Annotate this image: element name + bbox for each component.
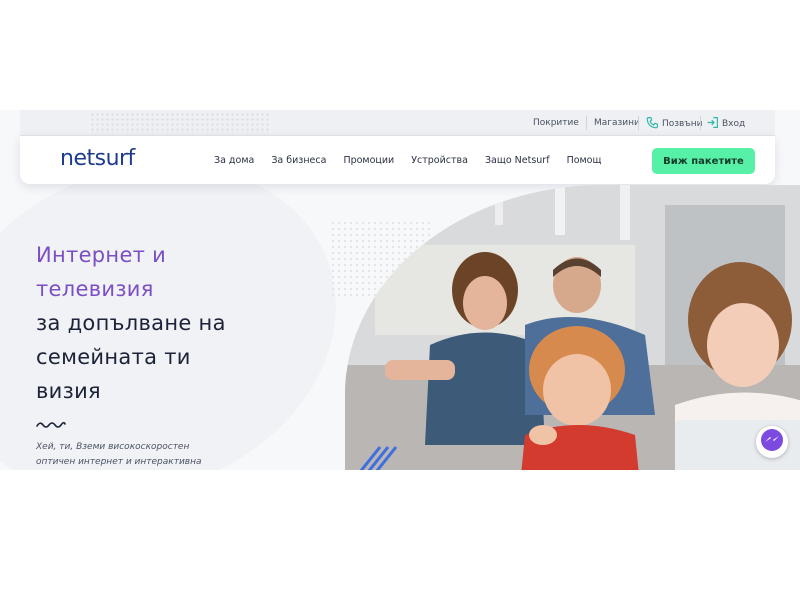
hero-heading-line: телевизия (36, 277, 154, 301)
login-icon (706, 116, 719, 132)
nav-menu: За дома За бизнеса Промоции Устройства З… (214, 155, 601, 166)
wave-decoration-icon (36, 415, 66, 434)
hero-description-line: Хей, ти, Вземи високоскоростен (36, 442, 190, 452)
nav-item-promotions[interactable]: Промоции (343, 155, 394, 166)
hero-heading: Интернет и телевизия за допълване на сем… (36, 238, 226, 408)
main-navigation: netsurf За дома За бизнеса Промоции Устр… (20, 136, 775, 184)
divider (586, 116, 587, 130)
stores-link-label: Магазини (594, 118, 640, 128)
call-link[interactable]: Позвъни (646, 116, 702, 132)
hero-description: Хей, ти, Вземи високоскоростен оптичен и… (36, 440, 226, 470)
phone-icon (646, 116, 659, 132)
nav-item-why-netsurf[interactable]: Защо Netsurf (485, 155, 550, 166)
screenshot-canvas: Покритие Магазини Позвъни Вход netsurf З… (0, 0, 800, 600)
nav-item-devices[interactable]: Устройства (411, 155, 468, 166)
login-link[interactable]: Вход (706, 116, 745, 132)
coverage-link[interactable]: Покритие (533, 118, 579, 128)
messenger-chat-button[interactable] (756, 426, 788, 458)
hero-heading-line: за допълване на (36, 311, 226, 335)
divider (700, 116, 701, 130)
coverage-link-label: Покритие (533, 118, 579, 128)
call-link-label: Позвъни (662, 119, 703, 129)
nav-item-business[interactable]: За бизнеса (271, 155, 326, 166)
hero-heading-line: Интернет и (36, 243, 167, 267)
nav-item-help[interactable]: Помощ (567, 155, 602, 166)
hero-heading-line: визия (36, 379, 101, 403)
divider (638, 116, 639, 130)
nav-item-home[interactable]: За дома (214, 155, 254, 166)
dot-pattern-decoration (90, 112, 270, 134)
hero-heading-line: семейната ти (36, 345, 191, 369)
login-link-label: Вход (722, 119, 746, 129)
view-packages-button[interactable]: Виж пакетите (652, 148, 755, 174)
messenger-icon (760, 428, 784, 456)
stripes-decoration (359, 442, 400, 470)
website-viewport: Покритие Магазини Позвъни Вход netsurf З… (0, 110, 800, 470)
stores-link[interactable]: Магазини (594, 118, 640, 128)
utility-bar: Покритие Магазини Позвъни Вход (20, 110, 775, 136)
hero-description-line: оптичен интернет и интерактивна (36, 457, 202, 467)
netsurf-logo[interactable]: netsurf (60, 146, 135, 171)
